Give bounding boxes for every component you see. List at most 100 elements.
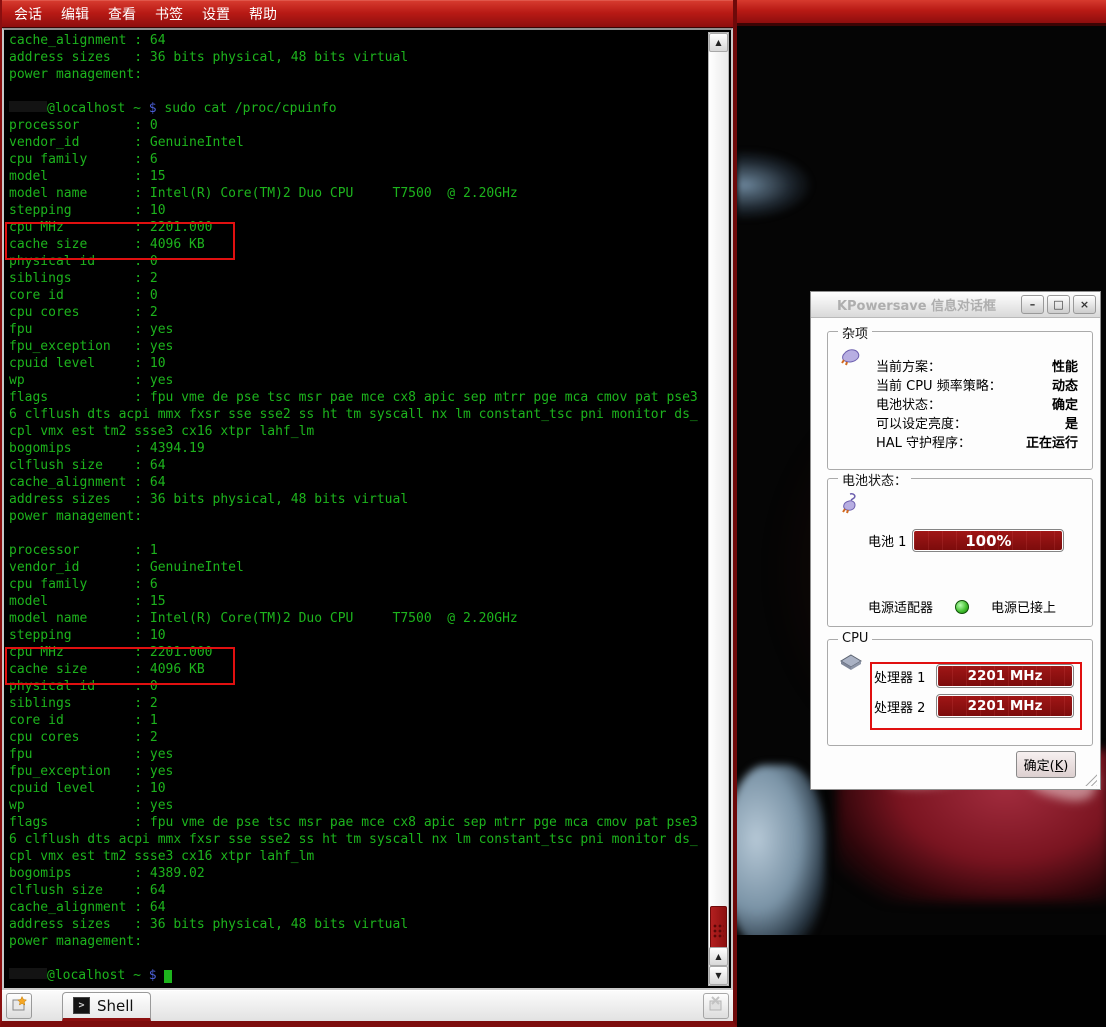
terminal-line: fpu : yes <box>9 746 704 763</box>
new-session-button[interactable] <box>6 993 32 1019</box>
info-label: 电池状态： <box>876 396 941 415</box>
terminal-line: power management: <box>9 508 704 525</box>
terminal-line: core id : 0 <box>9 287 704 304</box>
background-red-bar <box>737 0 1106 26</box>
info-row: HAL 守护程序：正在运行 <box>876 434 1078 453</box>
typed-command: sudo cat /proc/cpuinfo <box>164 101 336 116</box>
menu-bar: 会话编辑查看书签设置帮助 <box>2 0 733 28</box>
dialog-titlebar[interactable]: KPowersave 信息对话框 – □ × <box>811 292 1100 318</box>
scroll-down-button[interactable]: ▼ <box>709 966 728 985</box>
screen: 会话编辑查看书签设置帮助 cache_alignment : 64address… <box>0 0 1106 1027</box>
menu-item[interactable]: 书签 <box>155 4 183 24</box>
menu-item[interactable]: 编辑 <box>61 4 89 24</box>
terminal-line: power management: <box>9 66 704 83</box>
redacted-username <box>9 101 47 112</box>
battery-groupbox: 电池状态： 电池 1 100% 电源适配器 <box>827 478 1093 627</box>
menu-item[interactable]: 会话 <box>14 4 42 24</box>
scrollbar-grip-icon <box>713 924 724 939</box>
terminal-line: address sizes : 36 bits physical, 48 bit… <box>9 916 704 933</box>
cpu-chip-icon <box>840 654 862 676</box>
tab-shell[interactable]: > Shell <box>62 992 151 1021</box>
info-label: 当前方案： <box>876 358 941 377</box>
info-row: 电池状态： 确定 <box>876 396 1078 415</box>
menu-item[interactable]: 帮助 <box>249 4 277 24</box>
terminal-line: fpu : yes <box>9 321 704 338</box>
cpu-legend: CPU <box>838 631 872 646</box>
tab-bar: > Shell <box>2 990 733 1021</box>
info-row: 当前 CPU 频率策略：动态 <box>876 377 1078 396</box>
terminal-line: wp : yes <box>9 797 704 814</box>
terminal-line: @localhost ~ $ sudo cat /proc/cpuinfo <box>9 100 704 117</box>
highlight-box-cpu-frequencies <box>870 662 1082 730</box>
prompt-host: @localhost ~ <box>47 101 141 116</box>
terminal-line: stepping : 10 <box>9 627 704 644</box>
menu-item[interactable]: 查看 <box>108 4 136 24</box>
dialog-body: 杂项 当前方案：性能当前 CPU 频率策略：动态电池状态： 确定可以设定亮度：是H… <box>811 318 1100 789</box>
adapter-row: 电源适配器 电源已接上 <box>868 597 1056 616</box>
terminal-line: bogomips : 4389.02 <box>9 865 704 882</box>
scroll-down-icon: ▼ <box>715 971 721 980</box>
info-value: 确定 <box>1052 396 1078 415</box>
scroll-up-icon: ▲ <box>715 952 721 961</box>
terminal-line: vendor_id : GenuineIntel <box>9 559 704 576</box>
terminal-line: model name : Intel(R) Core(TM)2 Duo CPU … <box>9 610 704 627</box>
terminal-line: model : 15 <box>9 593 704 610</box>
info-row: 当前方案：性能 <box>876 358 1078 377</box>
terminal-line: siblings : 2 <box>9 270 704 287</box>
battery-progressbar: 100% <box>912 529 1064 552</box>
close-button[interactable]: × <box>1073 295 1096 314</box>
scrollbar-bottom-buttons: ▲ ▼ <box>709 947 728 985</box>
info-label: HAL 守护程序： <box>876 434 971 453</box>
terminal-line: clflush size : 64 <box>9 457 704 474</box>
ok-label: 确定( <box>1024 759 1055 774</box>
adapter-status: 电源已接上 <box>991 597 1056 616</box>
misc-legend: 杂项 <box>838 323 872 342</box>
adapter-label: 电源适配器 <box>868 597 933 616</box>
redacted-username <box>9 968 47 979</box>
info-row: 可以设定亮度：是 <box>876 415 1078 434</box>
minimize-button[interactable]: – <box>1021 295 1044 314</box>
terminal-line: 6 clflush dts acpi mmx fxsr sse sse2 ss … <box>9 406 704 423</box>
terminal-line: flags : fpu vme de pse tsc msr pae mce c… <box>9 389 704 406</box>
terminal-line: core id : 1 <box>9 712 704 729</box>
terminal-line: model name : Intel(R) Core(TM)2 Duo CPU … <box>9 185 704 202</box>
terminal-line: cpl vmx est tm2 ssse3 cx16 xtpr lahf_lm <box>9 848 704 865</box>
terminal-line: stepping : 10 <box>9 202 704 219</box>
scroll-up-button[interactable]: ▲ <box>709 33 728 52</box>
terminal-line: cache_alignment : 64 <box>9 899 704 916</box>
terminal-line <box>9 525 704 542</box>
terminal-line: fpu_exception : yes <box>9 338 704 355</box>
terminal-output[interactable]: cache_alignment : 64address sizes : 36 b… <box>9 32 704 986</box>
close-session-button[interactable] <box>703 993 729 1019</box>
terminal-line: address sizes : 36 bits physical, 48 bit… <box>9 491 704 508</box>
photo-blue-highlight <box>737 150 812 220</box>
terminal-frame: cache_alignment : 64address sizes : 36 b… <box>2 28 733 990</box>
battery-plug-icon <box>840 493 862 519</box>
battery-row: 电池 1 100% <box>868 529 1064 552</box>
photo-blue-fabric <box>737 765 825 950</box>
terminal-line: address sizes : 36 bits physical, 48 bit… <box>9 49 704 66</box>
ok-button[interactable]: 确定(K) <box>1016 751 1076 778</box>
terminal-line: cpl vmx est tm2 ssse3 cx16 xtpr lahf_lm <box>9 423 704 440</box>
info-value: 动态 <box>1052 377 1078 396</box>
terminal-line <box>9 83 704 100</box>
photo-dark-floor <box>737 935 1106 1027</box>
terminal-line: siblings : 2 <box>9 695 704 712</box>
terminal-cursor <box>164 970 172 983</box>
terminal-line: flags : fpu vme de pse tsc msr pae mce c… <box>9 814 704 831</box>
terminal-line: @localhost ~ $ <box>9 967 704 984</box>
menu-item[interactable]: 设置 <box>202 4 230 24</box>
terminal-line: cache_alignment : 64 <box>9 32 704 49</box>
misc-info-rows: 当前方案：性能当前 CPU 频率策略：动态电池状态： 确定可以设定亮度：是HAL … <box>876 358 1078 453</box>
terminal-line: clflush size : 64 <box>9 882 704 899</box>
tab-label: Shell <box>97 997 134 1015</box>
scroll-up-button-bottom[interactable]: ▲ <box>709 947 728 966</box>
terminal-scrollbar[interactable]: ▲ ▲ ▼ <box>708 32 729 986</box>
terminal-line: 6 clflush dts acpi mmx fxsr sse sse2 ss … <box>9 831 704 848</box>
new-session-icon <box>10 995 28 1017</box>
maximize-button[interactable]: □ <box>1047 295 1070 314</box>
resize-grip[interactable] <box>1084 773 1097 786</box>
terminal-line: vendor_id : GenuineIntel <box>9 134 704 151</box>
terminal-line <box>9 950 704 967</box>
battery-percent: 100% <box>914 531 1062 550</box>
